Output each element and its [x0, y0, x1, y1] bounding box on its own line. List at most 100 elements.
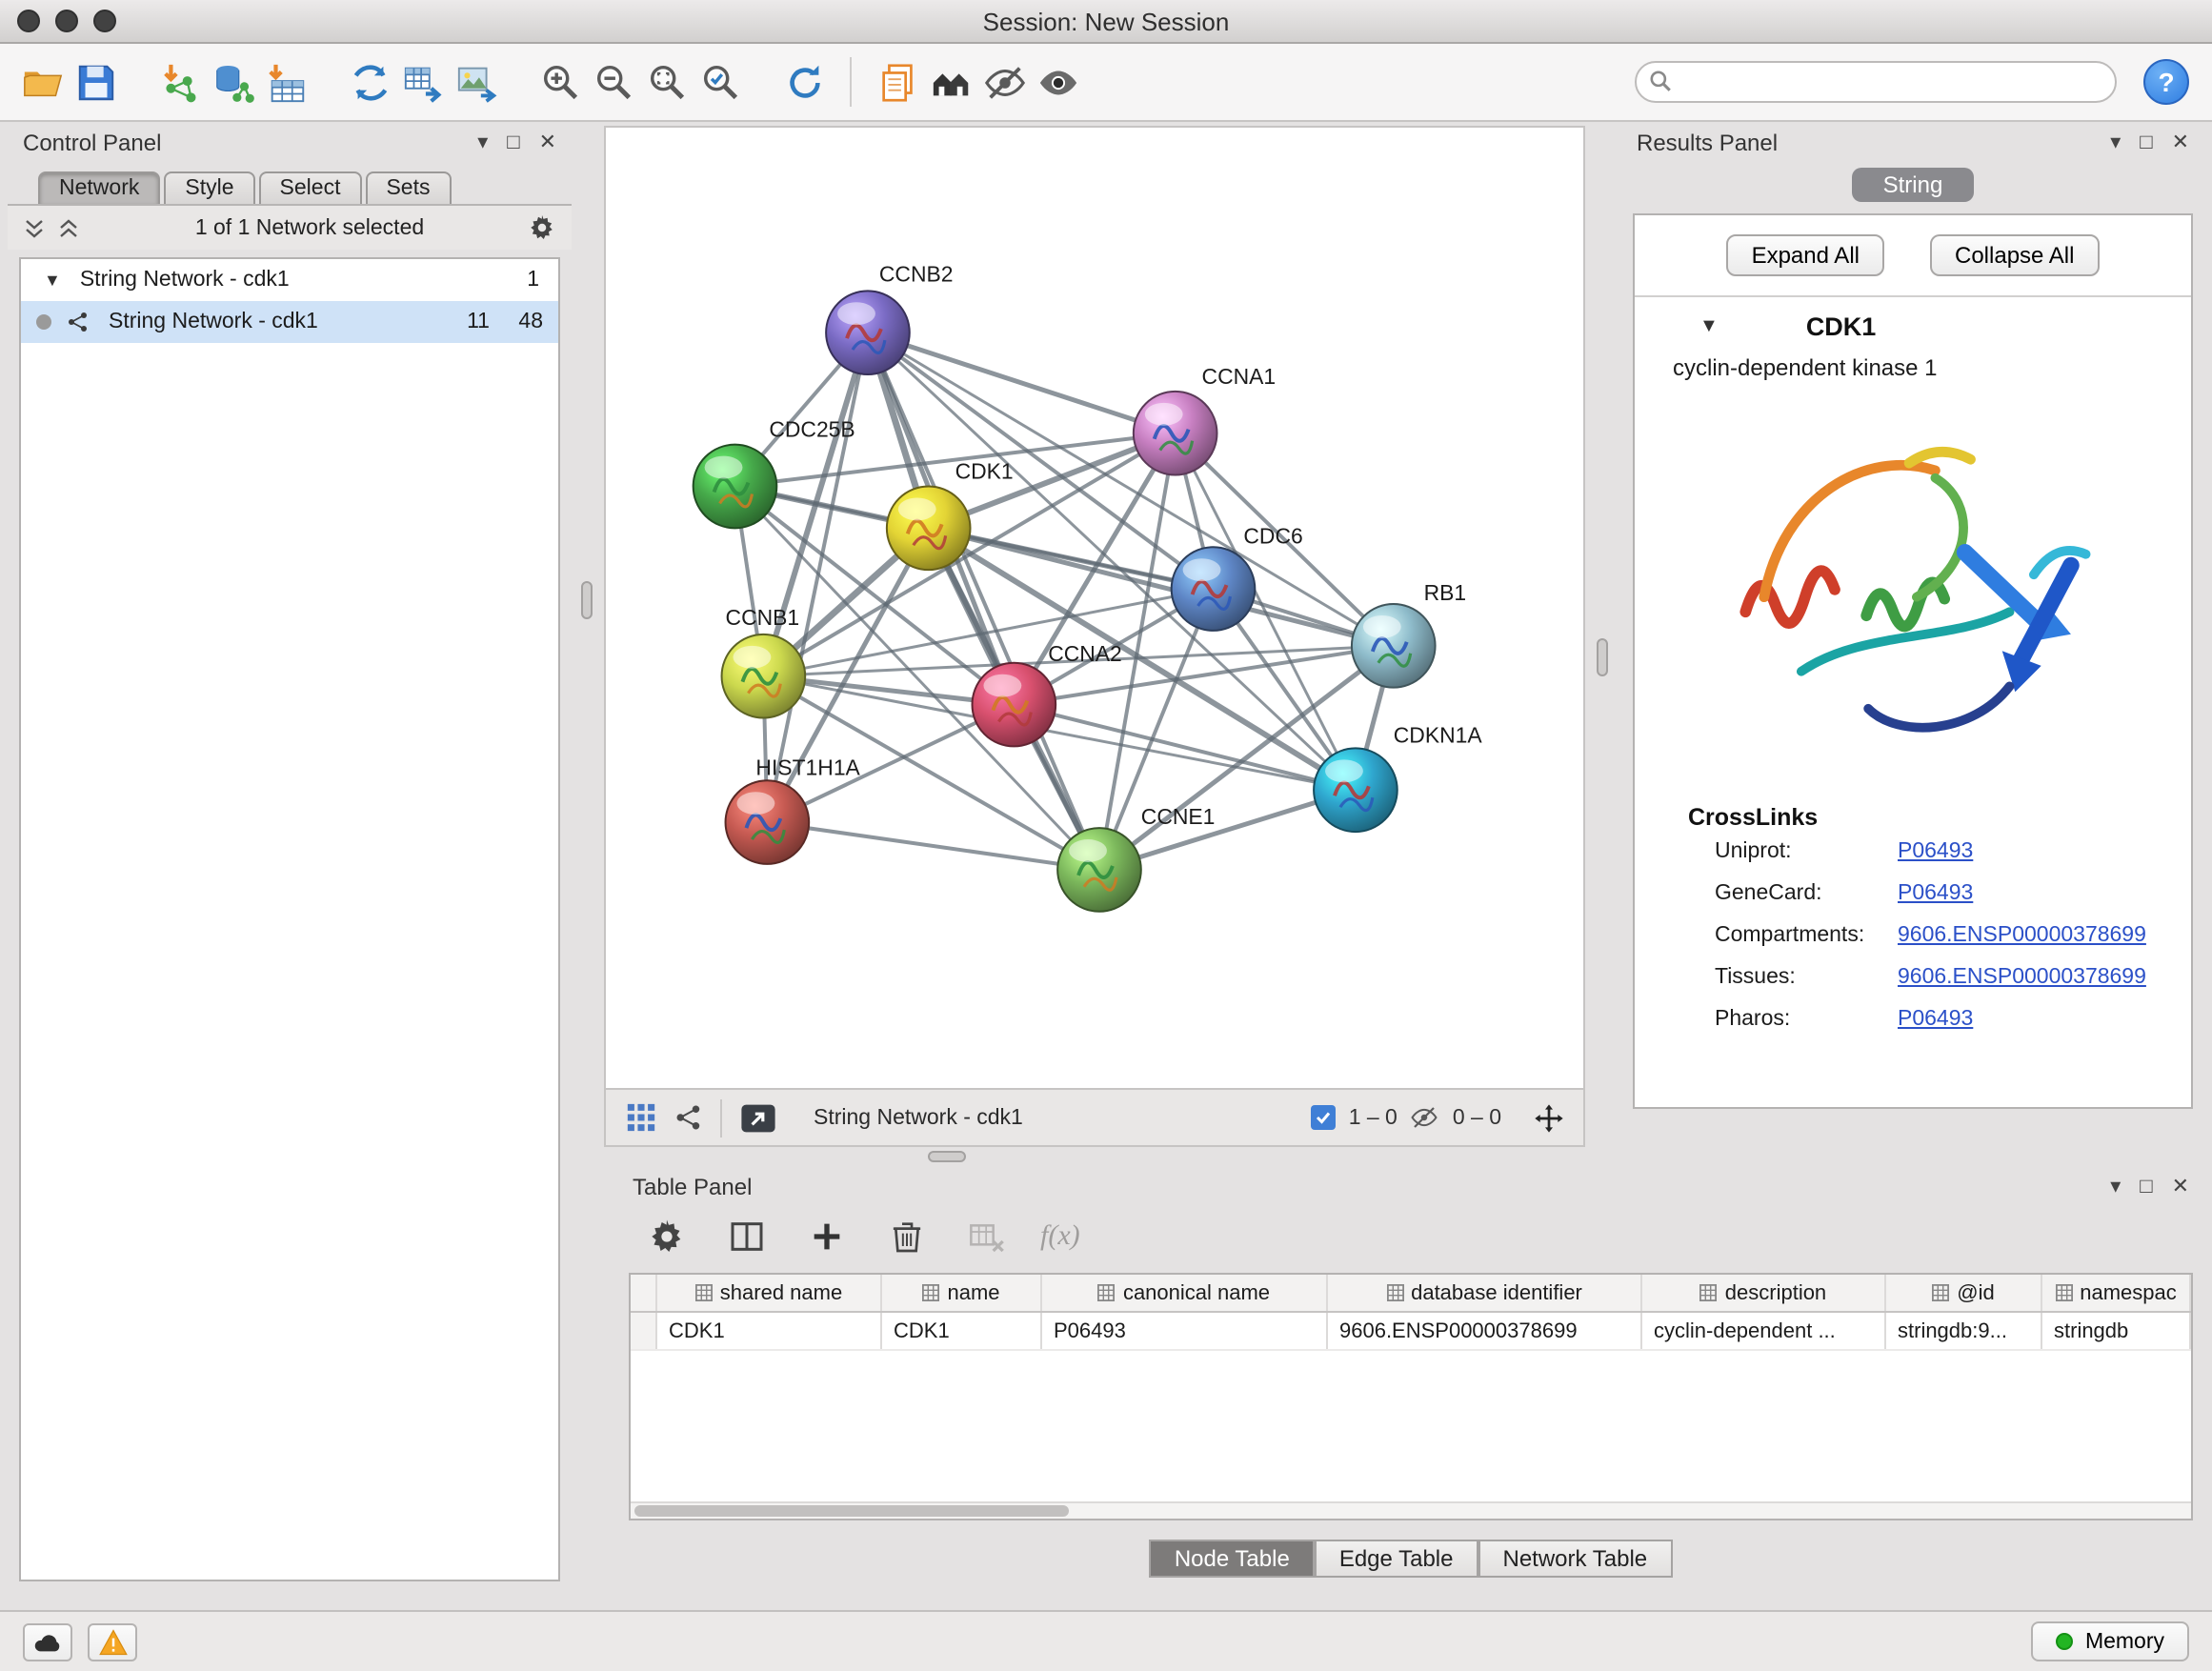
memory-button[interactable]: Memory — [2032, 1621, 2189, 1661]
search-input[interactable] — [1635, 61, 2117, 103]
pan-crosshair-icon[interactable] — [1534, 1102, 1564, 1133]
network-node-ccnb2[interactable] — [826, 291, 910, 374]
selected-checkbox-icon[interactable] — [1311, 1105, 1336, 1130]
panel-menu-icon[interactable]: ▾ — [2110, 1177, 2121, 1198]
first-neighbors-button[interactable] — [924, 55, 977, 109]
network-node-hist1h1a[interactable] — [726, 780, 810, 864]
panel-menu-icon[interactable]: ▾ — [477, 132, 488, 153]
import-table-button[interactable] — [259, 55, 312, 109]
tab-network-table[interactable]: Network Table — [1478, 1540, 1673, 1578]
network-node-cdkn1a[interactable] — [1314, 748, 1398, 832]
cell-database-identifier[interactable]: 9606.ENSP00000378699 — [1328, 1313, 1642, 1349]
panel-float-icon[interactable]: □ — [2140, 1177, 2152, 1198]
column-header-database-identifier[interactable]: database identifier — [1328, 1275, 1642, 1311]
network-row-selected[interactable]: String Network - cdk1 11 48 — [21, 301, 558, 343]
cell-name[interactable]: CDK1 — [882, 1313, 1042, 1349]
export-view-button[interactable] — [739, 1102, 777, 1133]
panel-float-icon[interactable]: □ — [2140, 132, 2152, 153]
delete-column-icon[interactable] — [880, 1210, 934, 1263]
export-image-button[interactable] — [450, 55, 503, 109]
crosslink-value-link[interactable]: P06493 — [1898, 882, 1973, 905]
table-gear-icon[interactable] — [640, 1210, 694, 1263]
column-header-shared-name[interactable]: shared name — [657, 1275, 882, 1311]
show-all-button[interactable] — [1031, 55, 1084, 109]
panel-close-icon[interactable]: ✕ — [2172, 132, 2189, 153]
share-view-icon[interactable] — [674, 1103, 703, 1132]
hidden-eye-icon[interactable] — [1411, 1103, 1439, 1132]
add-column-icon[interactable] — [800, 1210, 854, 1263]
zoom-in-button[interactable] — [533, 55, 587, 109]
cell-description[interactable]: cyclin-dependent ... — [1642, 1313, 1886, 1349]
tab-sets[interactable]: Sets — [365, 171, 451, 204]
cell-shared-name[interactable]: CDK1 — [657, 1313, 882, 1349]
network-node-ccna2[interactable] — [973, 663, 1056, 747]
select-columns-icon[interactable] — [720, 1210, 774, 1263]
table-row[interactable]: CDK1CDK1P064939606.ENSP00000378699cyclin… — [631, 1313, 2191, 1351]
network-node-ccnb1[interactable] — [722, 634, 806, 718]
network-graph[interactable]: CCNB2CCNA1CDC25BCDK1CDC6RB1CCNB1CCNA2CDK… — [606, 128, 1583, 1088]
network-node-cdc6[interactable] — [1172, 547, 1256, 631]
protein-expand-icon[interactable]: ▼ — [1699, 315, 1719, 336]
table-horizontal-scrollbar[interactable] — [631, 1501, 2191, 1519]
network-node-cdc25b[interactable] — [694, 445, 777, 529]
gear-icon[interactable] — [528, 213, 556, 242]
tab-edge-table[interactable]: Edge Table — [1315, 1540, 1478, 1578]
network-node-ccne1[interactable] — [1057, 828, 1141, 912]
crosslink-value-link[interactable]: P06493 — [1898, 1008, 1973, 1031]
column-header-canonical-name[interactable]: canonical name — [1042, 1275, 1328, 1311]
network-edge[interactable] — [868, 332, 1099, 870]
network-edge[interactable] — [929, 528, 1394, 646]
panel-close-icon[interactable]: ✕ — [2172, 1177, 2189, 1198]
expand-all-icon[interactable] — [57, 216, 80, 239]
network-canvas[interactable]: CCNB2CCNA1CDC25BCDK1CDC6RB1CCNB1CCNA2CDK… — [604, 126, 1585, 1090]
panel-menu-icon[interactable]: ▾ — [2110, 132, 2121, 153]
network-node-cdk1[interactable] — [887, 487, 971, 571]
network-collection-row[interactable]: ▼ String Network - cdk1 1 — [21, 259, 558, 301]
tree-expand-icon[interactable]: ▼ — [44, 271, 61, 290]
scrollbar-thumb[interactable] — [634, 1505, 1069, 1517]
clone-network-button[interactable] — [343, 55, 396, 109]
collapse-all-button[interactable]: Collapse All — [1930, 234, 2099, 276]
refresh-layout-button[interactable] — [777, 55, 831, 109]
splitter-handle-right[interactable] — [1597, 638, 1608, 676]
panel-float-icon[interactable]: □ — [507, 132, 519, 153]
column-header-description[interactable]: description — [1642, 1275, 1886, 1311]
save-session-button[interactable] — [69, 55, 122, 109]
network-node-ccna1[interactable] — [1134, 392, 1217, 475]
tab-string[interactable]: String — [1853, 168, 1974, 202]
splitter-handle-left[interactable] — [581, 581, 593, 619]
crosslink-value-link[interactable]: 9606.ENSP00000378699 — [1898, 924, 2146, 947]
network-edge[interactable] — [868, 332, 1176, 433]
cell-namespac[interactable]: stringdb — [2042, 1313, 2191, 1349]
cloud-button[interactable] — [23, 1622, 72, 1661]
crosslink-value-link[interactable]: 9606.ENSP00000378699 — [1898, 966, 2146, 989]
birdseye-grid-icon[interactable] — [625, 1101, 657, 1134]
collapse-all-icon[interactable] — [23, 216, 46, 239]
network-edge[interactable] — [767, 822, 1099, 870]
tab-style[interactable]: Style — [164, 171, 254, 204]
cell--id[interactable]: stringdb:9... — [1886, 1313, 2042, 1349]
column-header-namespac[interactable]: namespac — [2042, 1275, 2191, 1311]
zoom-selected-button[interactable] — [694, 55, 747, 109]
warning-button[interactable] — [88, 1622, 137, 1661]
zoom-fit-button[interactable] — [640, 55, 694, 109]
tab-node-table[interactable]: Node Table — [1150, 1540, 1315, 1578]
import-network-database-button[interactable] — [206, 55, 259, 109]
tab-select[interactable]: Select — [259, 171, 362, 204]
tab-network[interactable]: Network — [38, 171, 160, 204]
network-node-rb1[interactable] — [1352, 604, 1436, 688]
cell-canonical-name[interactable]: P06493 — [1042, 1313, 1328, 1349]
document-copy-button[interactable] — [871, 55, 924, 109]
zoom-out-button[interactable] — [587, 55, 640, 109]
column-header-name[interactable]: name — [882, 1275, 1042, 1311]
help-button[interactable]: ? — [2143, 59, 2189, 105]
column-header--id[interactable]: @id — [1886, 1275, 2042, 1311]
network-edge[interactable] — [868, 332, 1394, 646]
expand-all-button[interactable]: Expand All — [1727, 234, 1884, 276]
hide-selected-button[interactable] — [977, 55, 1031, 109]
import-network-file-button[interactable] — [152, 55, 206, 109]
panel-close-icon[interactable]: ✕ — [539, 132, 556, 153]
splitter-handle-bottom[interactable] — [928, 1151, 966, 1162]
crosslink-value-link[interactable]: P06493 — [1898, 840, 1973, 863]
new-network-from-selection-button[interactable] — [396, 55, 450, 109]
